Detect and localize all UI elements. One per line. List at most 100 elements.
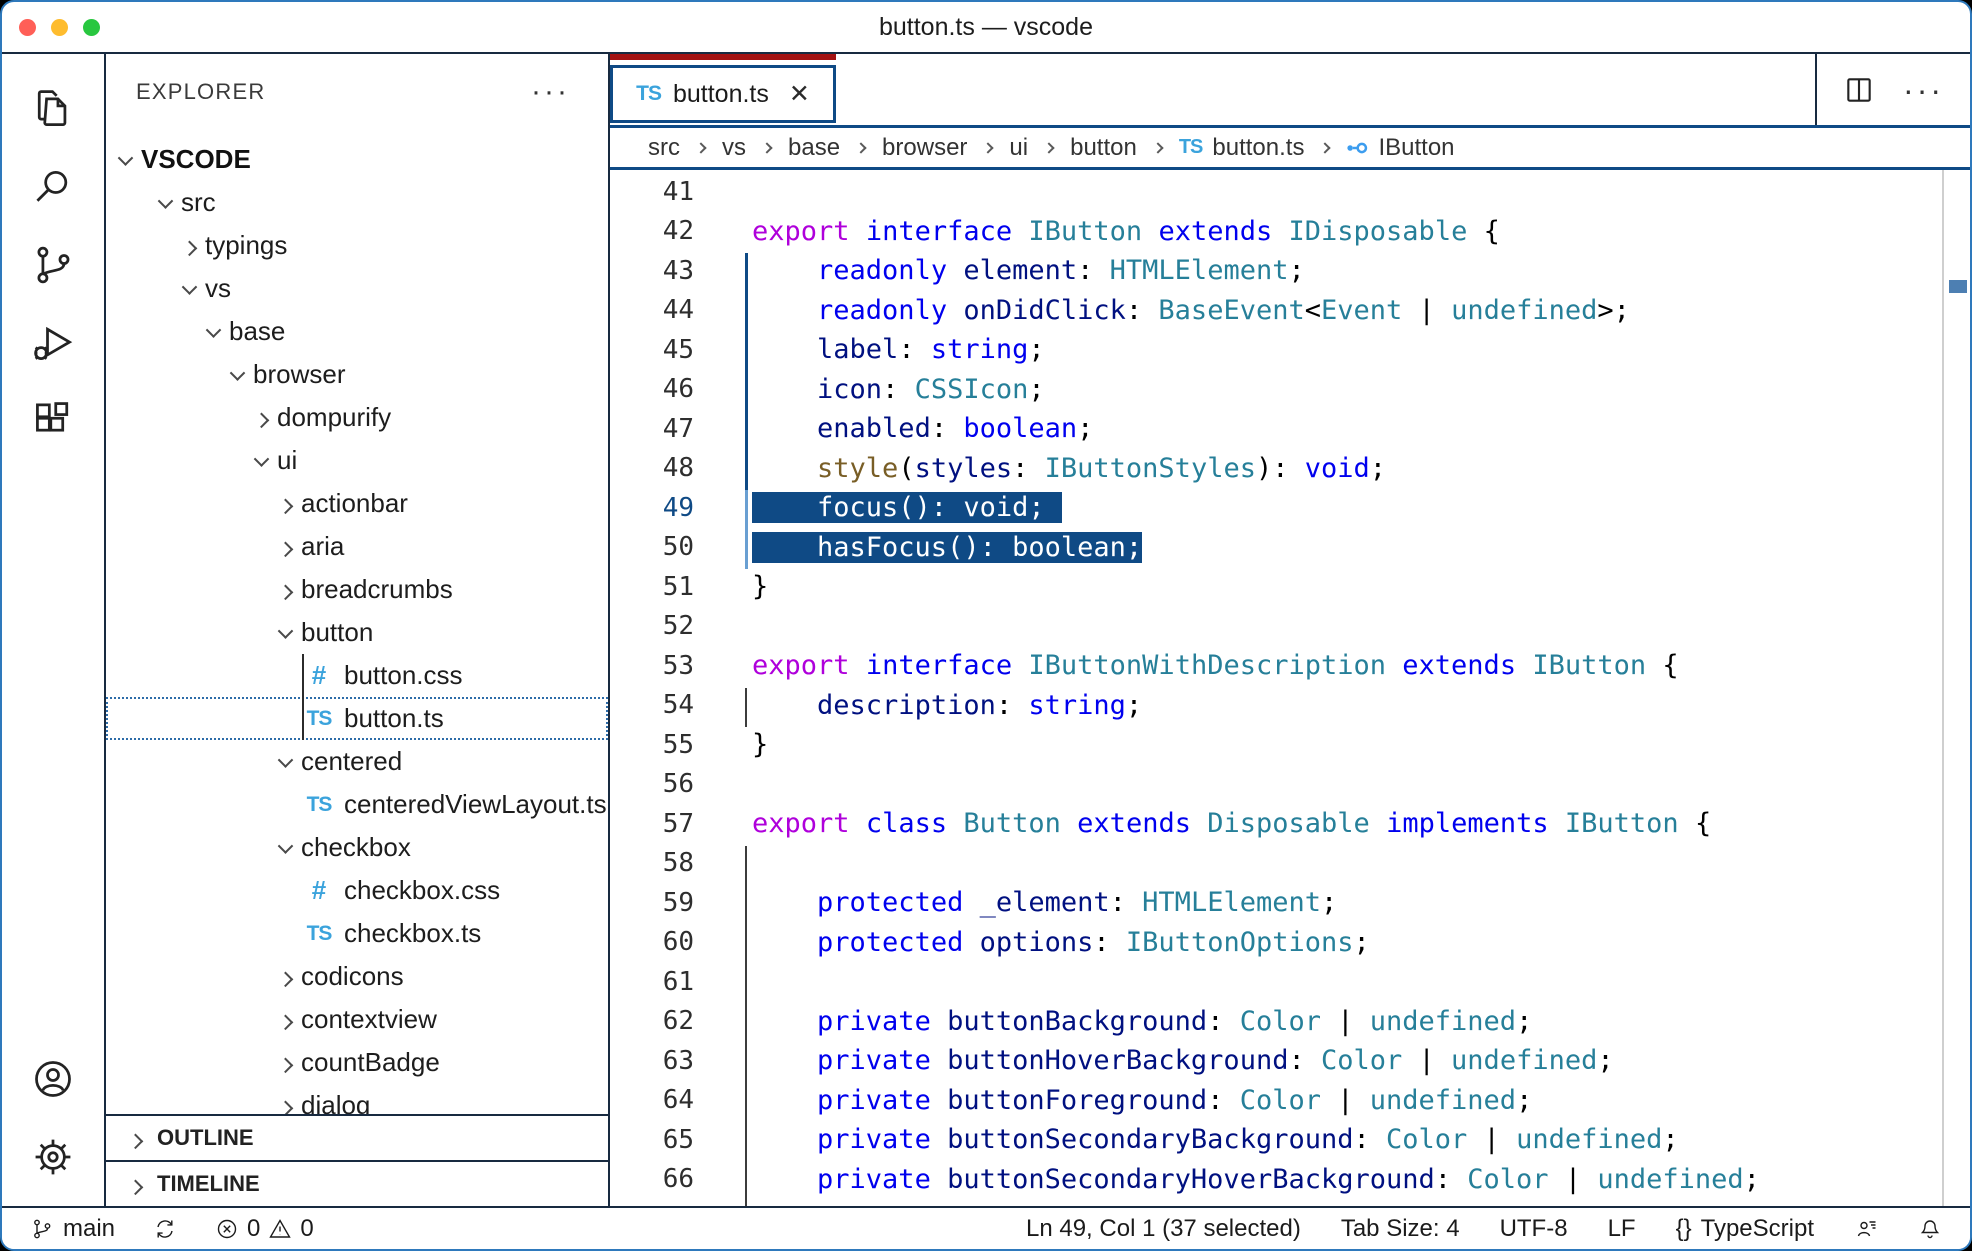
breadcrumb-button[interactable]: button: [1070, 134, 1137, 162]
tree-item-centeredviewlayout-ts[interactable]: TScenteredViewLayout.ts: [106, 783, 608, 826]
minimize-window-button[interactable]: [51, 19, 68, 36]
code-line-63: 63 private buttonHoverBackground: Color …: [610, 1041, 1942, 1081]
tree-item-checkbox-css[interactable]: #checkbox.css: [106, 869, 608, 912]
source-control-icon[interactable]: [2, 226, 104, 304]
window-title: button.ts — vscode: [879, 13, 1093, 42]
timeline-section[interactable]: TIMELINE: [106, 1160, 608, 1206]
token: ;: [1321, 887, 1337, 918]
breadcrumb-base[interactable]: base: [788, 134, 840, 162]
breadcrumb-button-ts[interactable]: TSbutton.ts: [1179, 134, 1305, 162]
outline-section[interactable]: OUTLINE: [106, 1114, 608, 1160]
tree-item-contextview[interactable]: contextview: [106, 998, 608, 1041]
close-window-button[interactable]: [19, 19, 36, 36]
tree-item-dompurify[interactable]: dompurify: [106, 396, 608, 439]
sync-item[interactable]: [153, 1217, 177, 1241]
tree-item-codicons[interactable]: codicons: [106, 955, 608, 998]
token: extends: [1077, 808, 1191, 839]
settings-gear-icon[interactable]: [2, 1118, 104, 1196]
tree-item-checkbox[interactable]: checkbox: [106, 826, 608, 869]
chevron-right-icon: [128, 1179, 144, 1195]
token: extends: [1158, 216, 1272, 247]
line-number: 42: [610, 216, 694, 246]
line-number: 48: [610, 453, 694, 483]
sidebar-more-actions-icon[interactable]: ···: [531, 87, 570, 97]
chevron-down-icon: [278, 623, 294, 639]
language-mode-item[interactable]: {} TypeScript: [1676, 1215, 1814, 1243]
code-line-49: 49 focus(): void;: [610, 488, 1942, 528]
tree-item-aria[interactable]: aria: [106, 525, 608, 568]
tree-item-button-css[interactable]: #button.css: [106, 654, 608, 697]
split-editor-icon[interactable]: [1843, 74, 1875, 106]
chevron-right-icon: [278, 499, 294, 515]
token: ):: [1256, 453, 1305, 484]
extensions-icon[interactable]: [2, 382, 104, 460]
tree-item-button[interactable]: button: [106, 611, 608, 654]
tree-item-countbadge[interactable]: countBadge: [106, 1041, 608, 1084]
close-tab-icon[interactable]: ✕: [789, 79, 810, 109]
tree-item-src[interactable]: src: [106, 181, 608, 224]
sync-icon: [153, 1217, 177, 1241]
code-line-57: 57export class Button extends Disposable…: [610, 804, 1942, 844]
tree-item-base[interactable]: base: [106, 310, 608, 353]
bell-icon[interactable]: [1918, 1217, 1942, 1241]
line-number: 65: [610, 1125, 694, 1155]
token: [931, 1085, 947, 1116]
overview-ruler[interactable]: [1942, 170, 1970, 1206]
run-debug-icon[interactable]: [2, 304, 104, 382]
token: buttonSecondaryForeground: [947, 1203, 1353, 1206]
code-line-67: 67 private buttonSecondaryForeground: Co…: [610, 1199, 1942, 1206]
tree-item-ui[interactable]: ui: [106, 439, 608, 482]
token: {: [1679, 808, 1712, 839]
code-editor[interactable]: 4142export interface IButton extends IDi…: [610, 170, 1970, 1206]
code-text: label: string;: [752, 334, 1045, 365]
more-actions-icon[interactable]: ···: [1903, 85, 1944, 95]
token: style: [817, 453, 898, 484]
tree-item-dialog[interactable]: dialog: [106, 1084, 608, 1114]
tree-item-vs[interactable]: vs: [106, 267, 608, 310]
eol-item[interactable]: LF: [1608, 1215, 1636, 1243]
token: Disposable: [1207, 808, 1370, 839]
token: [1012, 650, 1028, 681]
token: undefined: [1597, 1164, 1743, 1195]
tab-size-item[interactable]: Tab Size: 4: [1341, 1215, 1460, 1243]
breadcrumb-vs[interactable]: vs: [722, 134, 746, 162]
breadcrumb-browser[interactable]: browser: [882, 134, 967, 162]
zoom-window-button[interactable]: [83, 19, 100, 36]
breadcrumb-src[interactable]: src: [648, 134, 680, 162]
token: ;: [1288, 255, 1304, 286]
activity-bar: [2, 54, 106, 1206]
breadcrumb-ui[interactable]: ui: [1009, 134, 1028, 162]
explorer-icon[interactable]: [2, 70, 104, 148]
token: Color: [1240, 1006, 1321, 1037]
token: undefined: [1516, 1124, 1662, 1155]
cursor-position-item[interactable]: Ln 49, Col 1 (37 selected): [1026, 1215, 1301, 1243]
tree-item-vscode[interactable]: VSCODE: [106, 138, 608, 181]
feedback-icon[interactable]: [1854, 1217, 1878, 1241]
encoding-item[interactable]: UTF-8: [1500, 1215, 1568, 1243]
code-text: export interface IButtonWithDescription …: [752, 650, 1679, 681]
git-branch-item[interactable]: main: [30, 1215, 115, 1243]
tree-item-centered[interactable]: centered: [106, 740, 608, 783]
tab-button-ts[interactable]: TS button.ts ✕: [610, 65, 836, 123]
tree-item-button-ts[interactable]: TSbutton.ts: [106, 697, 608, 740]
problems-item[interactable]: 0 0: [215, 1215, 314, 1243]
breadcrumb-ibutton[interactable]: IButton: [1346, 134, 1454, 162]
line-number: 44: [610, 295, 694, 325]
tree-item-checkbox-ts[interactable]: TScheckbox.ts: [106, 912, 608, 955]
token: hasFocus(): boolean;: [752, 532, 1142, 563]
tree-item-breadcrumbs[interactable]: breadcrumbs: [106, 568, 608, 611]
tree-item-label: countBadge: [301, 1047, 440, 1078]
account-icon[interactable]: [2, 1040, 104, 1118]
tree-item-browser[interactable]: browser: [106, 353, 608, 396]
token: :: [1353, 1203, 1386, 1206]
token: :: [1110, 887, 1143, 918]
line-number: 41: [610, 177, 694, 207]
token: >;: [1597, 295, 1630, 326]
search-icon[interactable]: [2, 148, 104, 226]
chevron-right-icon: [254, 413, 270, 429]
tree-item-typings[interactable]: typings: [106, 224, 608, 267]
token: ;: [1354, 927, 1370, 958]
token: |: [1402, 295, 1451, 326]
token: buttonSecondaryBackground: [947, 1124, 1353, 1155]
tree-item-actionbar[interactable]: actionbar: [106, 482, 608, 525]
